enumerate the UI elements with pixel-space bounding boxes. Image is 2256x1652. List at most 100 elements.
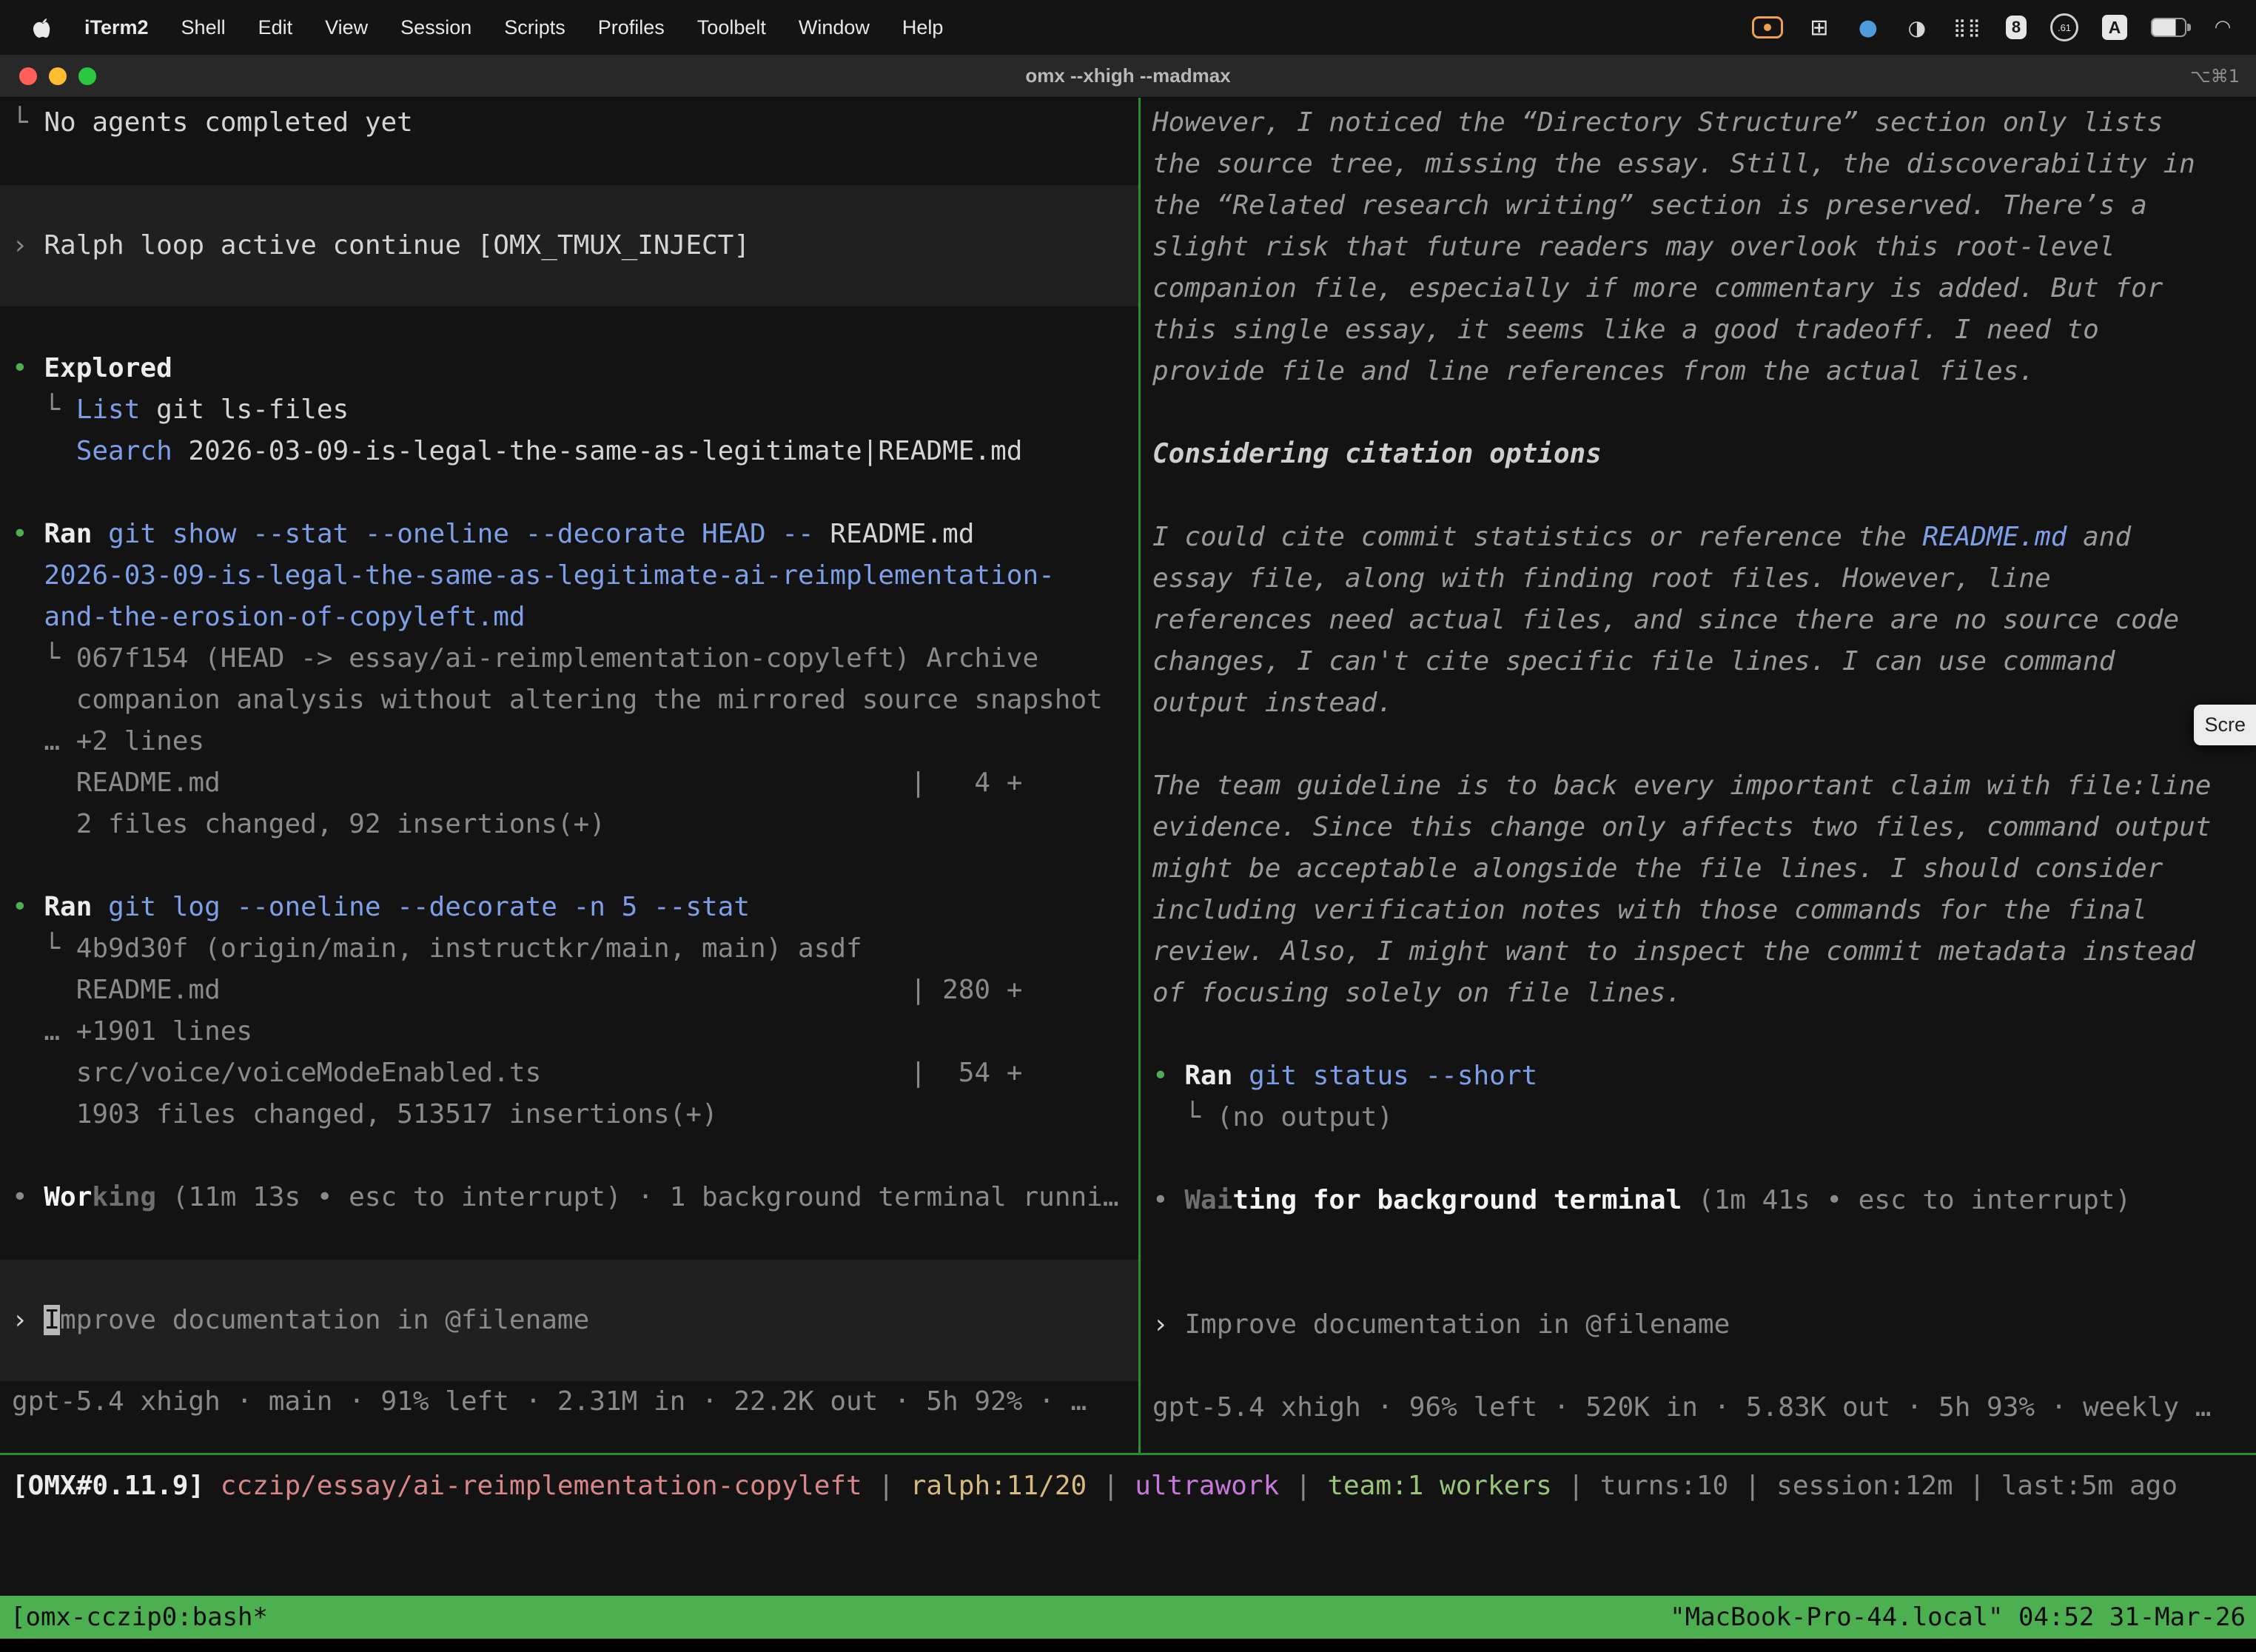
apple-menu-icon[interactable]: [21, 16, 61, 38]
menu-window[interactable]: Window: [782, 16, 886, 39]
blue-orb-icon[interactable]: ●: [1856, 14, 1881, 41]
text-segment: (1m 41s • esc to interrupt): [1682, 1185, 2131, 1215]
text-segment: 2026-03-09-is-legal-the-same-as-legitima…: [172, 436, 1023, 466]
terminal-line: • Ran git log --oneline --decorate -n 5 …: [0, 887, 1138, 928]
compass-icon[interactable]: ◑: [1904, 14, 1930, 41]
terminal-line: [0, 1135, 1138, 1177]
input-source-icon[interactable]: A: [2102, 15, 2127, 40]
terminal-line: 2 files changed, 92 insertions(+): [0, 804, 1138, 845]
terminal-line: Search 2026-03-09-is-legal-the-same-as-l…: [0, 431, 1138, 472]
prompt-input[interactable]: › Improve documentation in @filename: [1141, 1304, 2256, 1346]
text-segment: README.md | 280 +: [12, 975, 1022, 1005]
text-segment: evidence. Since this change only affects…: [1152, 812, 2211, 842]
text-segment: ›: [12, 1305, 44, 1335]
terminal-line: The team guideline is to back every impo…: [1141, 765, 2256, 807]
text-segment: └ (no output): [1152, 1102, 1393, 1132]
text-segment: the “Related research writing” section i…: [1152, 190, 2147, 221]
terminal-line: this single essay, it seems like a good …: [1141, 309, 2256, 351]
text-segment: └: [12, 107, 44, 138]
terminal-line: … +2 lines: [0, 721, 1138, 762]
text-segment: [OMX#0.11.9]: [12, 1471, 221, 1501]
gauge-61-icon[interactable]: .61: [2050, 13, 2078, 41]
terminal-line: src/voice/voiceModeEnabled.ts | 54 +: [0, 1052, 1138, 1094]
terminal-line: • Ran git show --stat --oneline --decora…: [0, 514, 1138, 555]
omx-status-line: [OMX#0.11.9] cczip/essay/ai-reimplementa…: [0, 1465, 2256, 1507]
tmux-host-clock: "MacBook-Pro-44.local" 04:52 31-Mar-26: [1670, 1602, 2246, 1632]
prompt-input[interactable]: › Improve documentation in @filename: [0, 1300, 1138, 1341]
menu-session[interactable]: Session: [384, 16, 488, 39]
terminal-line: evidence. Since this change only affects…: [1141, 807, 2256, 848]
terminal-line: However, I noticed the “Directory Struct…: [1141, 102, 2256, 144]
terminal-line: • Waiting for background terminal (1m 41…: [1141, 1180, 2256, 1221]
text-segment: companion analysis without altering the …: [12, 685, 1103, 715]
text-segment: [12, 436, 76, 466]
terminal-line: I could cite commit statistics or refere…: [1141, 517, 2256, 558]
text-segment: List: [76, 394, 141, 425]
text-segment: of focusing solely on file lines.: [1152, 978, 1682, 1008]
menu-shell[interactable]: Shell: [165, 16, 242, 39]
screen-share-tooltip[interactable]: Scre: [2194, 705, 2256, 745]
keyboard-grid-icon[interactable]: ⊞: [1807, 14, 1832, 41]
terminal-line: [1141, 475, 2256, 517]
menu-profiles[interactable]: Profiles: [582, 16, 681, 39]
text-segment: I could cite commit statistics or refere…: [1152, 522, 1922, 552]
text-segment: and-the-erosion-of-copyleft.md: [12, 602, 526, 632]
screen-recording-indicator[interactable]: [1752, 16, 1783, 38]
terminal-line: [0, 1218, 1138, 1260]
terminal-line: slight risk that future readers may over…: [1141, 226, 2256, 268]
minimize-button[interactable]: [49, 67, 67, 85]
text-segment: |: [1087, 1471, 1135, 1501]
terminal-line: README.md | 280 +: [0, 970, 1138, 1011]
terminal-line: └ (no output): [1141, 1097, 2256, 1138]
text-segment: Ran: [44, 519, 92, 549]
text-segment: └ 067f154 (HEAD -> essay/ai-reimplementa…: [12, 643, 1038, 674]
terminal-line: └ List git ls-files: [0, 389, 1138, 431]
text-segment: Improve documentation in @filename: [1184, 1309, 1730, 1340]
text-segment: ralph:11/20: [910, 1471, 1087, 1501]
text-segment: and: [2067, 522, 2131, 552]
terminal-line: [1141, 1221, 2256, 1263]
text-segment: ›: [1152, 1309, 1184, 1340]
terminal-content: └ No agents completed yet› Ralph loop ac…: [0, 98, 2256, 1453]
menu-toolbelt[interactable]: Toolbelt: [681, 16, 782, 39]
text-segment: •: [12, 1182, 44, 1212]
text-segment: •: [12, 892, 44, 922]
battery-icon[interactable]: [2151, 18, 2186, 37]
menu-edit[interactable]: Edit: [242, 16, 309, 39]
terminal-line: README.md | 4 +: [0, 762, 1138, 804]
prompt-input-box[interactable]: › Improve documentation in @filename: [0, 1260, 1138, 1381]
menu-iterm2[interactable]: iTerm2: [68, 16, 165, 39]
terminal-line: and-the-erosion-of-copyleft.md: [0, 597, 1138, 638]
text-segment: review. Also, I might want to inspect th…: [1152, 936, 2195, 967]
terminal-line: might be acceptable alongside the file l…: [1141, 848, 2256, 890]
bottom-strip: [0, 1639, 2256, 1652]
menu-view[interactable]: View: [309, 16, 384, 39]
menu-help[interactable]: Help: [886, 16, 960, 39]
text-segment: Considering citation options: [1152, 439, 1602, 469]
window-shortcut-badge: ⌥⌘1: [2190, 66, 2240, 87]
tmux-session-info: [omx-cczip0:bash*: [10, 1602, 268, 1632]
wifi-icon[interactable]: ◠: [2210, 14, 2235, 41]
text-segment: team:1 workers: [1327, 1471, 1551, 1501]
text-segment: •: [12, 353, 44, 383]
text-segment: git status --short: [1232, 1061, 1537, 1091]
terminal-line: [0, 472, 1138, 514]
text-segment: Ran: [1184, 1061, 1232, 1091]
terminal-line: including verification notes with those …: [1141, 890, 2256, 931]
text-segment: |: [1279, 1471, 1327, 1501]
terminal-line: of focusing solely on file lines.: [1141, 973, 2256, 1014]
terminal-line: gpt-5.4 xhigh · main · 91% left · 2.31M …: [0, 1381, 1138, 1423]
pill-8-icon[interactable]: 8: [2006, 16, 2027, 39]
menu-items: iTerm2ShellEditViewSessionScriptsProfile…: [68, 16, 959, 39]
menu-scripts[interactable]: Scripts: [488, 16, 582, 39]
close-button[interactable]: [19, 67, 37, 85]
terminal-line: 2026-03-09-is-legal-the-same-as-legitima…: [0, 555, 1138, 597]
text-segment: git ls-files: [140, 394, 349, 425]
zoom-button[interactable]: [78, 67, 96, 85]
terminal-line: essay file, along with finding root file…: [1141, 558, 2256, 600]
dots-grid-icon[interactable]: ⣿⣿: [1953, 14, 1982, 41]
text-segment: •: [1152, 1061, 1184, 1091]
text-segment: gpt-5.4 xhigh · 96% left · 520K in · 5.8…: [1152, 1392, 2211, 1423]
text-segment: •: [1152, 1185, 1184, 1215]
text-segment: README.md: [1922, 522, 2067, 552]
